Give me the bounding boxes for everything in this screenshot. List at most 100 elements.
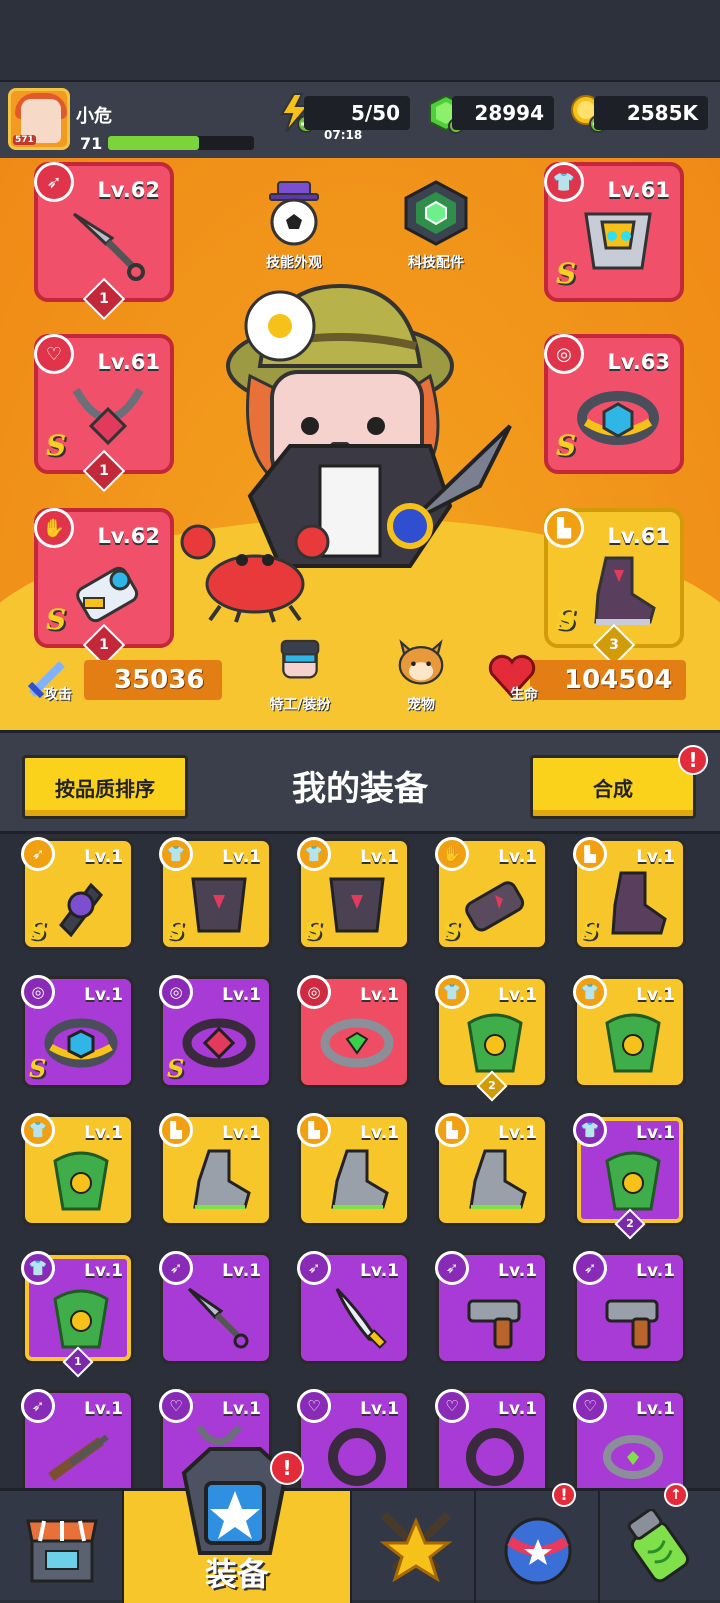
ring-icon [466,1428,524,1486]
equip-slot-gloves[interactable]: ✋ Lv.62 S 1 [34,508,174,667]
grade-badge: S [46,429,67,462]
inventory-item[interactable]: ➶ Lv.1 [297,1251,410,1364]
nav-events[interactable]: ! [476,1483,600,1603]
belt-type-icon: ◎ [544,334,584,374]
inventory-item[interactable]: 👕 Lv.1 1 [21,1251,134,1378]
inventory-item[interactable]: 👕 Lv.1 S [297,837,410,950]
inventory-item[interactable]: ➶ Lv.1 [21,1389,134,1488]
gauntlet-icon [465,881,525,932]
dna-capsule-icon [627,1509,690,1583]
necklace-icon [603,1435,663,1479]
tech-parts-label: 科技配件 [408,255,464,271]
item-level: Lv.1 [84,847,123,867]
equip-slot-weapon[interactable]: ➶ Lv.62 1 [34,162,174,321]
inventory-item[interactable]: 👕 Lv.1 [573,975,686,1088]
item-level: Lv.1 [84,1399,123,1419]
item-level: Lv.1 [360,985,399,1005]
inventory-item[interactable]: ◎ Lv.1 [297,975,410,1088]
inventory-item[interactable]: ▙ Lv.1 [297,1113,410,1226]
inventory-item[interactable]: 👕 Lv.1 [21,1113,134,1226]
equipment-alert-badge: ! [270,1451,304,1485]
inventory-item[interactable]: ▙ Lv.1 S [573,837,686,950]
equip-slot-necklace[interactable]: ♡ Lv.61 S 1 [34,334,174,493]
inventory-item[interactable]: ➶ Lv.1 [159,1251,272,1364]
item-level: Lv.1 [498,1123,537,1143]
necklace-type-icon: ♡ [34,334,74,374]
equip-slot-boots[interactable]: ▙ Lv.61 S 3 [544,508,684,667]
nav-equipment[interactable]: ! 装备 [124,1447,352,1603]
inventory-item[interactable]: ◎ Lv.1 S [21,975,134,1088]
nav-battle[interactable] [352,1491,476,1603]
equip-slot-belt[interactable]: ◎ Lv.63 S [544,334,684,474]
slot-level: Lv.63 [607,350,670,374]
sort-by-quality-button[interactable]: 按品质排序 [22,755,188,819]
item-level: Lv.1 [222,1123,261,1143]
attack-label: 攻击 [44,687,72,703]
inventory-item[interactable]: ➶ Lv.1 S [21,837,134,950]
gloves-type-icon: ✋ [34,508,74,548]
boot-icon [611,871,667,935]
nav-shop[interactable] [0,1491,124,1603]
equip-slot-armor[interactable]: 👕 Lv.61 S [544,162,684,302]
inventory-item[interactable]: ➶ Lv.1 [573,1251,686,1364]
item-level: Lv.1 [636,1261,675,1281]
inventory-item[interactable]: 👕 Lv.1 2 [573,1113,686,1240]
skill-skin-label: 技能外观 [266,255,322,271]
coin-counter[interactable]: 2585K [594,96,708,130]
merge-alert-badge: ! [678,745,708,775]
boot-icon [193,1149,251,1209]
weapon-type-icon: ➶ [34,162,74,202]
item-level: Lv.1 [222,1399,261,1419]
spiked-boot-icon [594,556,656,625]
merge-button[interactable]: 合成 [530,755,696,819]
hp-value: 104504 [530,660,686,700]
inventory-item[interactable]: ▙ Lv.1 [159,1113,272,1226]
shotgun-icon [48,1434,109,1482]
chain-necklace-icon [72,387,144,446]
inventory-item[interactable]: ✋ Lv.1 S [435,837,548,950]
player-avatar[interactable]: 571 [8,88,70,150]
kunai-icon [72,212,145,281]
tech-parts-button[interactable]: 科技配件 [386,180,486,272]
energy-counter[interactable]: 5/50 [304,96,410,130]
inventory-item[interactable]: ➶ Lv.1 [435,1251,548,1364]
inventory-item[interactable]: ▙ Lv.1 [435,1113,548,1226]
green-armor-icon [53,1289,109,1349]
player-level: 71 [80,134,103,153]
armor-type-icon: 👕 [544,162,584,202]
inventory-item[interactable]: ♡ Lv.1 [573,1389,686,1488]
inventory-item[interactable]: 👕 Lv.1 2 [435,975,548,1102]
equipment-section-header: 按品质排序 我的装备 合成 ! [0,730,720,834]
agent-outfit-label: 特工/装扮 [269,697,331,713]
xp-bar-fill [108,136,199,150]
agent-outfit-button[interactable]: 特工/装扮 [250,638,350,714]
gem-counter[interactable]: 28994 [452,96,554,130]
item-level: Lv.1 [360,1261,399,1281]
skill-skin-button[interactable]: 技能外观 [244,180,344,272]
revolver-icon [467,1299,521,1349]
green-armor-icon [53,1151,109,1211]
pet-button[interactable]: 宠物 [376,638,466,714]
slot-level: Lv.62 [97,178,160,202]
agent-helmet-icon [280,639,320,679]
grade-badge: S [167,1054,185,1083]
shop-icon [26,1519,98,1583]
item-level: Lv.1 [636,1399,675,1419]
energy-timer: 07:18 [324,128,363,142]
lab-alert-badge: ↑ [664,1483,688,1507]
inventory-item[interactable]: 👕 Lv.1 S [159,837,272,950]
item-level: Lv.1 [636,1123,675,1143]
inventory-item[interactable]: ♡ Lv.1 [297,1389,410,1488]
nav-lab[interactable]: ↑ [600,1483,720,1603]
avatar-badge: 571 [13,135,36,145]
slot-level: Lv.61 [607,178,670,202]
item-level: Lv.1 [636,985,675,1005]
item-level: Lv.1 [360,1123,399,1143]
slot-level: Lv.61 [607,524,670,548]
inventory-item[interactable]: ♡ Lv.1 [435,1389,548,1488]
sword-icon [335,1287,387,1349]
xp-bar [108,136,254,150]
item-level: Lv.1 [498,847,537,867]
inventory-item[interactable]: ◎ Lv.1 S [159,975,272,1088]
grade-badge: S [556,429,577,462]
